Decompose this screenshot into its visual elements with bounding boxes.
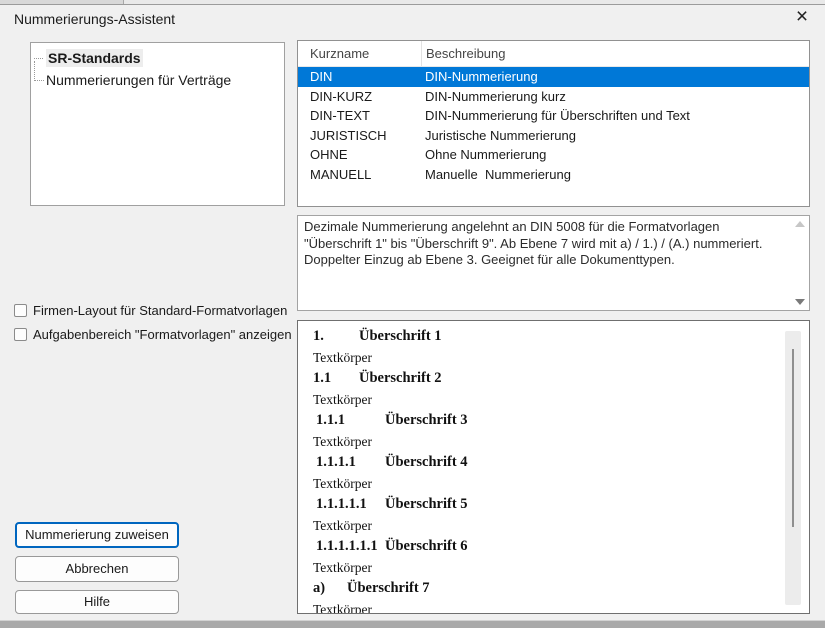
table-row[interactable]: DIN-KURZ DIN-Nummerierung kurz [298, 87, 809, 107]
table-row[interactable]: JURISTISCH Juristische Nummerierung [298, 126, 809, 146]
window-top-edge [0, 0, 825, 5]
standards-tree: SR-Standards Nummerierungen für Verträge [30, 42, 285, 206]
checkbox-firmen-layout[interactable]: Firmen-Layout für Standard-Formatvorlage… [14, 302, 287, 318]
scroll-up-icon[interactable] [795, 221, 805, 227]
preview-body: Textkörper [313, 389, 809, 410]
tree-branch-icon [34, 61, 44, 81]
tree-item-label: Nummerierungen für Verträge [46, 72, 231, 88]
cancel-button[interactable]: Abbrechen [15, 556, 179, 582]
preview-scrollbar[interactable] [785, 331, 801, 605]
numbering-preview: 1. Überschrift 1 Textkörper 1.1 Überschr… [297, 320, 810, 614]
table-row[interactable]: DIN DIN-Nummerierung [298, 67, 809, 87]
tree-item-label: SR-Standards [46, 49, 143, 67]
description-text: Dezimale Nummerierung angelehnt an DIN 5… [298, 216, 792, 310]
preview-heading: 1.1 Überschrift 2 [313, 368, 809, 389]
checkbox-label: Firmen-Layout für Standard-Formatvorlage… [33, 303, 287, 318]
table-row[interactable]: DIN-TEXT DIN-Nummerierung für Überschrif… [298, 106, 809, 126]
preview-heading: 1. Überschrift 1 [313, 326, 809, 347]
preview-body: Textkörper [313, 515, 809, 536]
description-scrollbar[interactable] [792, 216, 809, 310]
preview-heading: 1.1.1.1.1 Überschrift 5 [313, 494, 809, 515]
checkbox-icon[interactable] [14, 328, 27, 341]
numbering-assistant-dialog: Nummerierungs-Assistent × SR-Standards N… [0, 0, 825, 628]
tree-item-nummerierungen-vertraege[interactable]: Nummerierungen für Verträge [31, 69, 284, 91]
checkbox-aufgabenbereich[interactable]: Aufgabenbereich "Formatvorlagen" anzeige… [14, 326, 292, 342]
list-header: Kurzname Beschreibung [298, 41, 809, 67]
preview-heading: 1.1.1.1 Überschrift 4 [313, 452, 809, 473]
scroll-down-icon[interactable] [795, 299, 805, 305]
preview-heading: a) Überschrift 7 [313, 578, 809, 599]
column-header-kurzname[interactable]: Kurzname [298, 41, 422, 66]
window-bottom-edge [0, 620, 825, 628]
dialog-title: Nummerierungs-Assistent [14, 11, 175, 27]
close-icon[interactable]: × [790, 5, 814, 29]
help-button[interactable]: Hilfe [15, 590, 179, 614]
tree-branch-icon [34, 58, 43, 59]
preview-body: Textkörper [313, 557, 809, 578]
numbering-list: Kurzname Beschreibung DIN DIN-Nummerieru… [297, 40, 810, 207]
preview-heading: 1.1.1.1.1.1 Überschrift 6 [313, 536, 809, 557]
tree-item-sr-standards[interactable]: SR-Standards [31, 47, 284, 69]
column-header-beschreibung[interactable]: Beschreibung [422, 41, 809, 66]
preview-heading: 1.1.1 Überschrift 3 [313, 410, 809, 431]
preview-body: Textkörper [313, 347, 809, 368]
description-box: Dezimale Nummerierung angelehnt an DIN 5… [297, 215, 810, 311]
table-row[interactable]: OHNE Ohne Nummerierung [298, 145, 809, 165]
checkbox-icon[interactable] [14, 304, 27, 317]
preview-body: Textkörper [313, 431, 809, 452]
assign-numbering-button[interactable]: Nummerierung zuweisen [15, 522, 179, 548]
scrollbar-thumb[interactable] [792, 349, 794, 527]
table-row[interactable]: MANUELL Manuelle Nummerierung [298, 165, 809, 185]
checkbox-label: Aufgabenbereich "Formatvorlagen" anzeige… [33, 327, 292, 342]
preview-body: Textkörper [313, 473, 809, 494]
preview-body: Textkörper [313, 599, 809, 614]
